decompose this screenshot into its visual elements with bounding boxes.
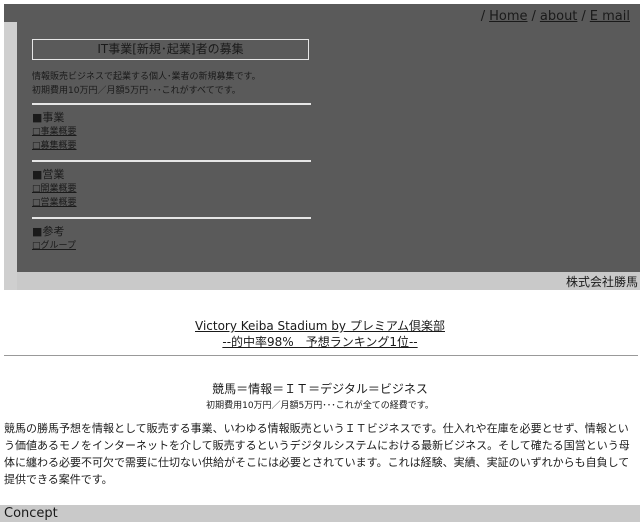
hero-links: Victory Keiba Stadium by プレミアム倶楽部 --的中率9… [0,318,640,350]
intro-title: 競馬＝情報＝ＩＴ＝デジタル＝ビジネス [212,382,428,396]
link-sales-overview[interactable]: □営業概要 [32,198,77,208]
panel-description: 情報販売ビジネスで起業する個人･業者の新規募集です。 初期費用10万円／月額5万… [32,70,261,98]
panel-title: IT事業[新規･起業]者の募集 [32,39,309,60]
link-recruitment-overview[interactable]: □募集概要 [32,141,77,151]
link-group[interactable]: □グループ [32,241,76,251]
concept-heading: Concept [4,506,58,521]
link-opening-overview[interactable]: □開業概要 [32,184,77,194]
divider [32,217,311,219]
section-heading: ■営業 [32,168,65,181]
link-business-overview[interactable]: □事業概要 [32,127,77,137]
top-bar: / Home / about / E mail [4,4,640,24]
section-business: ■事業 □事業概要 □募集概要 [32,111,77,153]
divider [32,160,311,162]
divider [32,103,311,105]
section-heading: ■参考 [32,225,65,238]
info-panel: IT事業[新規･起業]者の募集 情報販売ビジネスで起業する個人･業者の新規募集で… [17,22,640,272]
link-stadium[interactable]: Victory Keiba Stadium by プレミアム倶楽部 [195,319,445,333]
company-name: 株式会社勝馬 [565,275,638,289]
intro-body: 競馬の勝馬予想を情報として販売する事業、いわゆる情報販売というＩＴビジネスです。… [4,422,630,486]
section-heading: ■事業 [32,111,65,124]
horizontal-rule [4,355,638,356]
company-bar: 株式会社勝馬 [17,272,640,290]
concept-bar: Concept [0,505,640,522]
section-sales: ■営業 □開業概要 □営業概要 [32,168,77,210]
link-ranking[interactable]: --的中率98% 予想ランキング1位-- [222,335,417,349]
panel-desc-line: 情報販売ビジネスで起業する個人･業者の新規募集です。 [32,72,261,82]
intro-note: 初期費用10万円／月額5万円･･･これが全ての経費です。 [206,401,434,411]
section-reference: ■参考 □グループ [32,225,76,253]
panel-desc-line: 初期費用10万円／月額5万円･･･これがすべてです。 [32,86,241,96]
left-strip [4,22,17,290]
